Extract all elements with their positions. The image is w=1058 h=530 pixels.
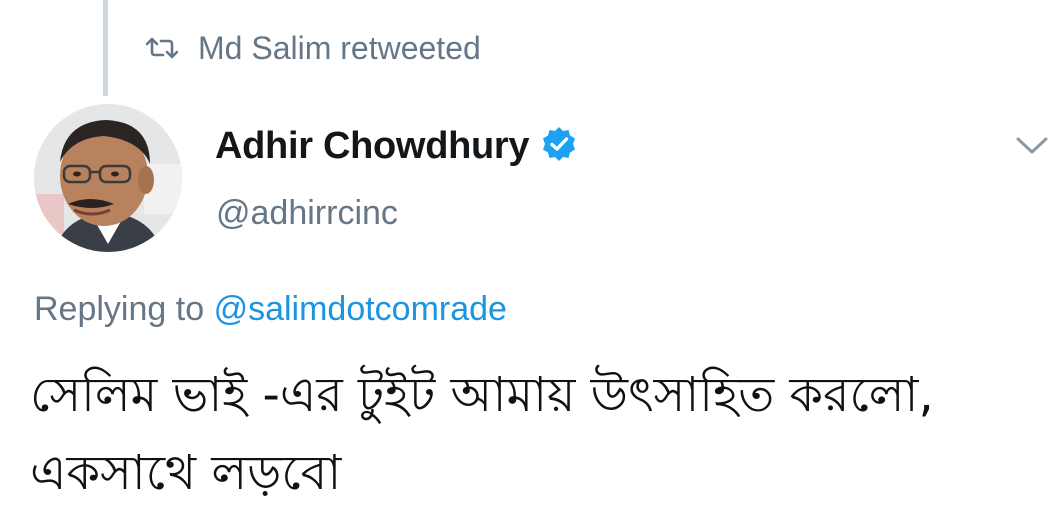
chevron-down-icon[interactable]: [1014, 132, 1050, 158]
reply-context: Replying to @salimdotcomrade: [34, 290, 507, 329]
avatar[interactable]: [34, 104, 182, 252]
retweet-label[interactable]: Md Salim retweeted: [198, 30, 481, 67]
author-name-row: Adhir Chowdhury: [215, 124, 577, 168]
verified-badge-icon: [541, 126, 577, 167]
reply-mention-link[interactable]: @salimdotcomrade: [214, 290, 507, 328]
retweet-context: Md Salim retweeted: [146, 28, 481, 68]
reply-prefix: Replying to: [34, 290, 205, 328]
tweet-text: সেলিম ভাই -এর টুইট আমায় উৎসাহিত করলো, এ…: [30, 367, 934, 501]
author-handle[interactable]: @adhirrcinc: [216, 194, 398, 233]
retweet-icon: [146, 36, 178, 60]
thread-connector-line: [103, 0, 108, 96]
author-name[interactable]: Adhir Chowdhury: [215, 125, 530, 168]
avatar-photo: [34, 104, 182, 252]
